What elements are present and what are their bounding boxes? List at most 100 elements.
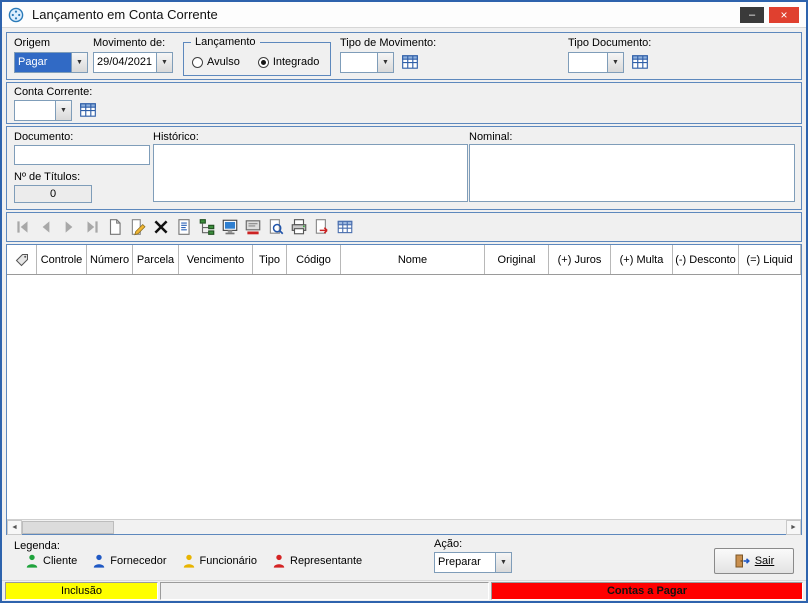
scroll-left-arrow[interactable]: ◄: [7, 520, 22, 535]
edit-document-button[interactable]: [128, 217, 148, 237]
next-record-icon: [65, 221, 73, 233]
monitor-button[interactable]: [220, 217, 240, 237]
sair-button[interactable]: Sair: [714, 548, 794, 574]
column-header-codigo[interactable]: Código: [287, 245, 341, 274]
status-middle: [160, 582, 489, 600]
last-record-button[interactable]: [82, 217, 102, 237]
app-icon: [8, 7, 24, 23]
grid-body: [7, 275, 801, 519]
chevron-down-icon[interactable]: ▼: [495, 553, 511, 572]
origem-combobox[interactable]: Pagar ▼: [14, 52, 88, 73]
tipo-movimento-label: Tipo de Movimento:: [340, 37, 437, 49]
column-header-tipo[interactable]: Tipo: [253, 245, 287, 274]
status-bar: Inclusão Contas a Pagar: [2, 580, 806, 601]
minimize-button[interactable]: –: [740, 7, 764, 23]
scroll-right-arrow[interactable]: ►: [786, 520, 801, 535]
document-details-button[interactable]: [174, 217, 194, 237]
first-record-icon: [17, 221, 28, 233]
scrollbar-thumb[interactable]: [22, 521, 114, 534]
radio-integrado-dot[interactable]: [257, 56, 269, 68]
conta-corrente-value: [15, 101, 55, 120]
nominal-textarea[interactable]: [469, 144, 795, 202]
tag-icon: [15, 253, 28, 266]
column-header-vencimento[interactable]: Vencimento: [179, 245, 253, 274]
documento-panel: Documento: Nº de Títulos: Histórico: Nom…: [6, 126, 802, 210]
legend-label-fornecedor: Fornecedor: [110, 555, 167, 567]
radio-avulso-dot[interactable]: [192, 56, 203, 68]
sair-button-label: Sair: [754, 555, 775, 567]
column-header-original[interactable]: Original: [485, 245, 549, 274]
person-icon: [183, 554, 194, 568]
status-mode: Inclusão: [5, 582, 158, 600]
acao-combobox[interactable]: Preparar ▼: [434, 552, 512, 573]
tipo-movimento-value: [341, 53, 377, 72]
chevron-down-icon[interactable]: ▼: [55, 101, 71, 120]
export-icon: [315, 219, 328, 234]
person-icon: [26, 554, 38, 568]
radio-integrado[interactable]: Integrado: [257, 56, 319, 68]
conta-corrente-combobox[interactable]: ▼: [14, 100, 72, 121]
print-preview-button[interactable]: [266, 217, 286, 237]
delete-icon: [154, 220, 168, 234]
legend-label-funcionario: Funcionário: [199, 555, 257, 567]
delete-button[interactable]: [151, 217, 171, 237]
legend-label-cliente: Cliente: [43, 555, 78, 567]
grid-icon: [337, 220, 353, 234]
editor-button[interactable]: [243, 217, 263, 237]
column-header-parcela[interactable]: Parcela: [133, 245, 179, 274]
column-header-controle[interactable]: Controle: [37, 245, 87, 274]
next-record-button[interactable]: [59, 217, 79, 237]
column-header-juros[interactable]: (+) Juros: [549, 245, 611, 274]
tipo-movimento-combobox[interactable]: ▼: [340, 52, 394, 73]
conta-corrente-label: Conta Corrente:: [14, 86, 93, 98]
grid-header-row: Controle Número Parcela Vencimento Tipo …: [7, 245, 801, 275]
column-header-liquidar[interactable]: (=) Liquid: [739, 245, 801, 274]
last-record-icon: [87, 221, 98, 233]
print-button[interactable]: [289, 217, 309, 237]
previous-record-button[interactable]: [36, 217, 56, 237]
origem-label: Origem: [14, 37, 51, 49]
new-document-button[interactable]: [105, 217, 125, 237]
toolbar: [6, 212, 802, 242]
conta-corrente-panel: Conta Corrente: ▼: [6, 82, 802, 124]
movimento-label: Movimento de:: [93, 37, 166, 49]
close-button[interactable]: ×: [769, 7, 799, 23]
grid-button[interactable]: [335, 217, 355, 237]
chevron-down-icon[interactable]: ▼: [156, 53, 172, 72]
chevron-down-icon[interactable]: ▼: [71, 53, 87, 72]
column-header-numero[interactable]: Número: [87, 245, 133, 274]
chevron-down-icon[interactable]: ▼: [377, 53, 393, 72]
column-header-nome[interactable]: Nome: [341, 245, 485, 274]
conta-corrente-lookup-button[interactable]: [78, 100, 98, 120]
legend-item-fornecedor: Fornecedor: [93, 554, 167, 568]
tipo-documento-lookup-button[interactable]: [630, 52, 650, 72]
edit-document-icon: [131, 219, 146, 236]
titulos-label: Nº de Títulos:: [14, 171, 81, 183]
column-header-marker[interactable]: [7, 245, 37, 274]
filter-panel: Origem Pagar ▼ Movimento de: 29/04/2021 …: [6, 32, 802, 80]
documento-label: Documento:: [14, 131, 74, 143]
scrollbar-track[interactable]: [114, 520, 786, 534]
tree-view-button[interactable]: [197, 217, 217, 237]
documento-input[interactable]: [14, 145, 150, 165]
print-preview-icon: [269, 219, 284, 235]
lancamento-window: Lançamento em Conta Corrente – × Origem …: [0, 0, 808, 603]
tipo-documento-combobox[interactable]: ▼: [568, 52, 624, 73]
acao-value: Preparar: [438, 556, 481, 568]
horizontal-scrollbar[interactable]: ◄ ►: [7, 519, 801, 535]
chevron-down-icon[interactable]: ▼: [607, 53, 623, 72]
titulos-input: [14, 185, 92, 203]
column-header-desconto[interactable]: (-) Desconto: [673, 245, 739, 274]
legend-row: Cliente Fornecedor Funcionário Represent…: [26, 554, 362, 568]
radio-avulso[interactable]: Avulso: [192, 56, 240, 68]
previous-record-icon: [42, 221, 50, 233]
movimento-date-combobox[interactable]: 29/04/2021 ▼: [93, 52, 173, 73]
column-header-multa[interactable]: (+) Multa: [611, 245, 673, 274]
tipo-movimento-lookup-button[interactable]: [400, 52, 420, 72]
export-button[interactable]: [312, 217, 332, 237]
historico-textarea[interactable]: [153, 144, 468, 202]
first-record-button[interactable]: [13, 217, 33, 237]
tipo-documento-label: Tipo Documento:: [568, 37, 652, 49]
legend-label-representante: Representante: [290, 555, 363, 567]
window-title: Lançamento em Conta Corrente: [32, 7, 218, 22]
